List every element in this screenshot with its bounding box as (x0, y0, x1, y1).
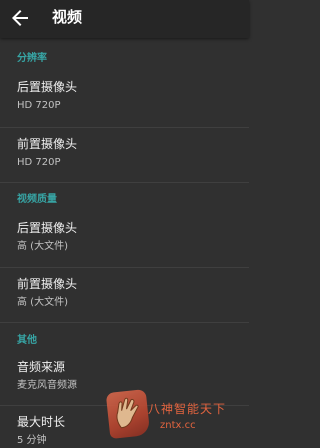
divider (0, 182, 249, 183)
back-button[interactable] (8, 6, 32, 30)
pref-summary: HD 720P (17, 157, 61, 168)
pref-title: 最大时长 (17, 415, 66, 429)
pref-title: 音频来源 (17, 360, 66, 374)
watermark-url: zntx.cc (160, 420, 196, 431)
pref-summary: 5 分钟 (17, 435, 47, 446)
pref-summary: 麦克风音频源 (17, 380, 77, 391)
pref-title: 后置摄像头 (17, 80, 78, 94)
pref-resolution-front-camera[interactable]: 前置摄像头 HD 720P (0, 136, 249, 182)
pref-quality-rear-camera[interactable]: 后置摄像头 高 (大文件) (0, 220, 249, 266)
page-title: 视频 (52, 8, 83, 26)
section-header-resolution: 分辨率 (17, 53, 47, 64)
divider (0, 267, 249, 268)
divider (0, 322, 249, 323)
watermark-logo (105, 389, 151, 439)
pref-title: 前置摄像头 (17, 277, 78, 291)
pref-title: 后置摄像头 (17, 221, 78, 235)
pref-quality-front-camera[interactable]: 前置摄像头 高 (大文件) (0, 276, 249, 322)
arrow-back-icon (12, 10, 28, 26)
pref-title: 前置摄像头 (17, 137, 78, 151)
hand-gesture-icon (116, 397, 139, 429)
pref-summary: 高 (大文件) (17, 241, 68, 252)
pref-summary: 高 (大文件) (17, 297, 68, 308)
watermark-name: 八神智能天下 (148, 402, 227, 416)
watermark: 八神智能天下 zntx.cc (105, 389, 249, 445)
section-header-video-quality: 视频质量 (17, 194, 57, 205)
app-bar: 视频 (0, 0, 249, 38)
pref-summary: HD 720P (17, 100, 61, 111)
divider (0, 127, 249, 128)
section-header-other: 其他 (17, 335, 37, 346)
pref-resolution-rear-camera[interactable]: 后置摄像头 HD 720P (0, 79, 249, 125)
